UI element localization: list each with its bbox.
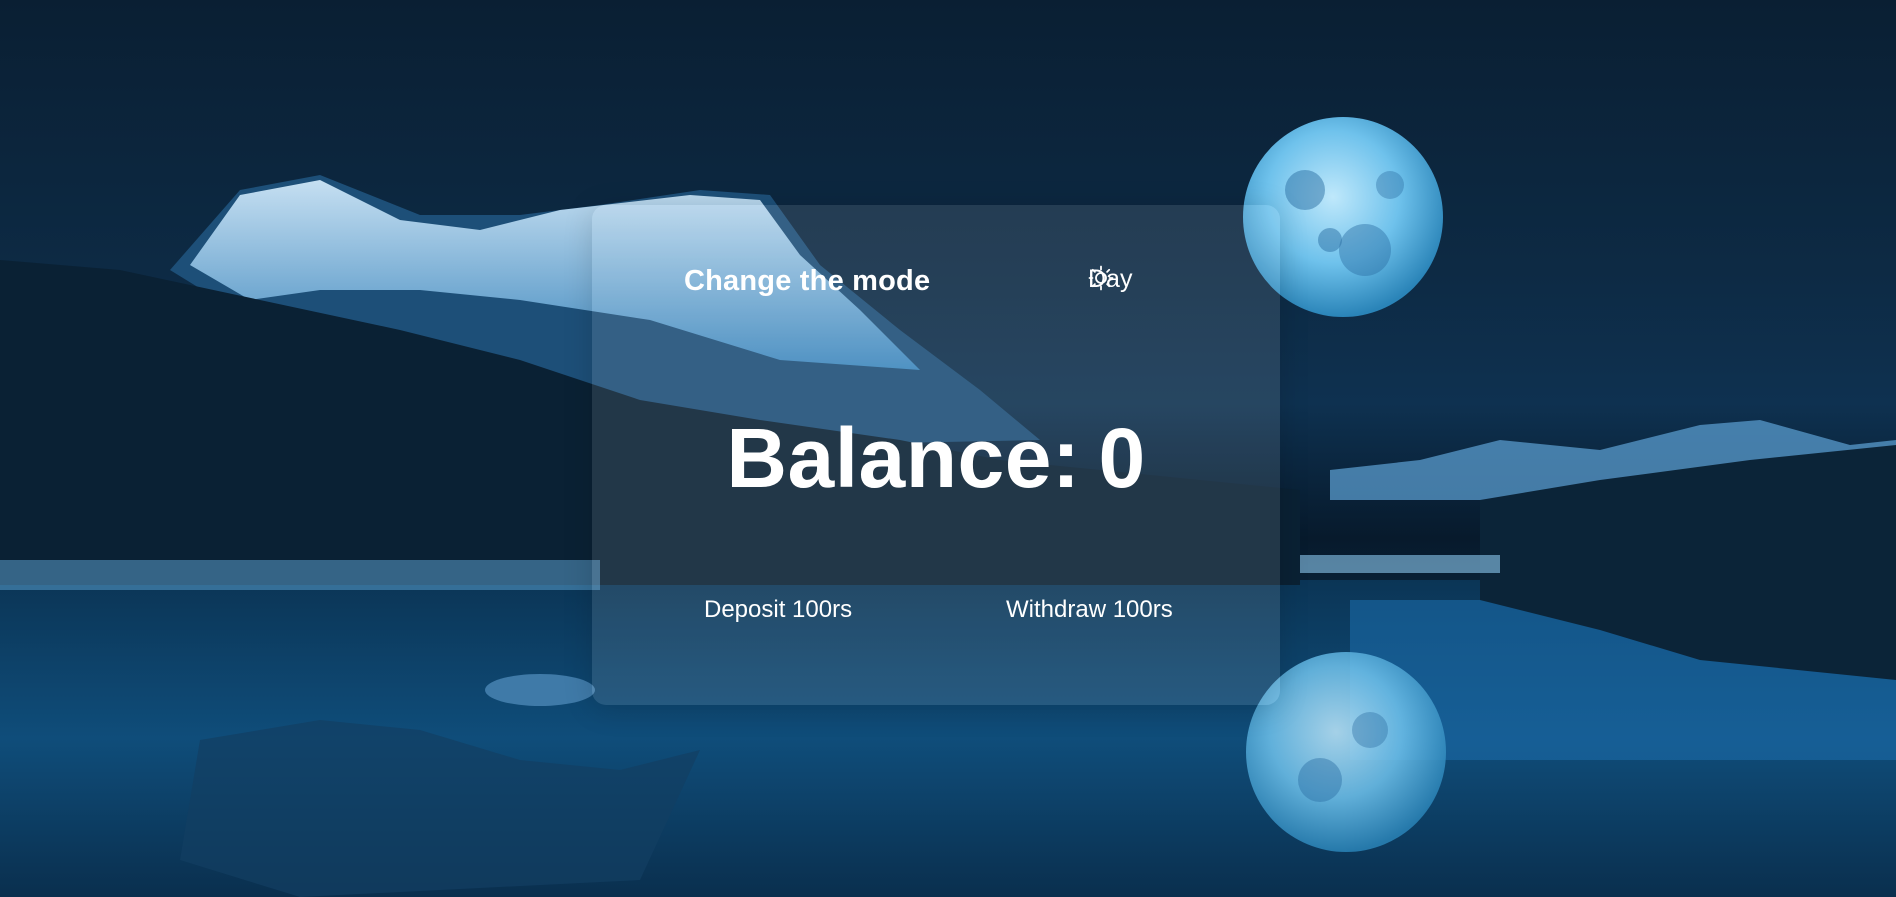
- mode-toggle-button[interactable]: Day: [1088, 265, 1166, 294]
- balance-label: Balance:: [726, 411, 1081, 505]
- change-mode-label: Change the mode: [684, 265, 931, 297]
- balance-value: 0: [1098, 411, 1146, 505]
- sun-icon: [1088, 265, 1166, 293]
- withdraw-button[interactable]: Withdraw 100rs: [998, 592, 1181, 628]
- deposit-button[interactable]: Deposit 100rs: [696, 592, 860, 628]
- night-landscape-background: Change the mode Day Balance: 0 Deposit 1…: [0, 0, 1896, 897]
- balance-display: Balance: 0: [592, 410, 1280, 507]
- balance-card: Change the mode Day Balance: 0 Deposit 1…: [592, 205, 1280, 705]
